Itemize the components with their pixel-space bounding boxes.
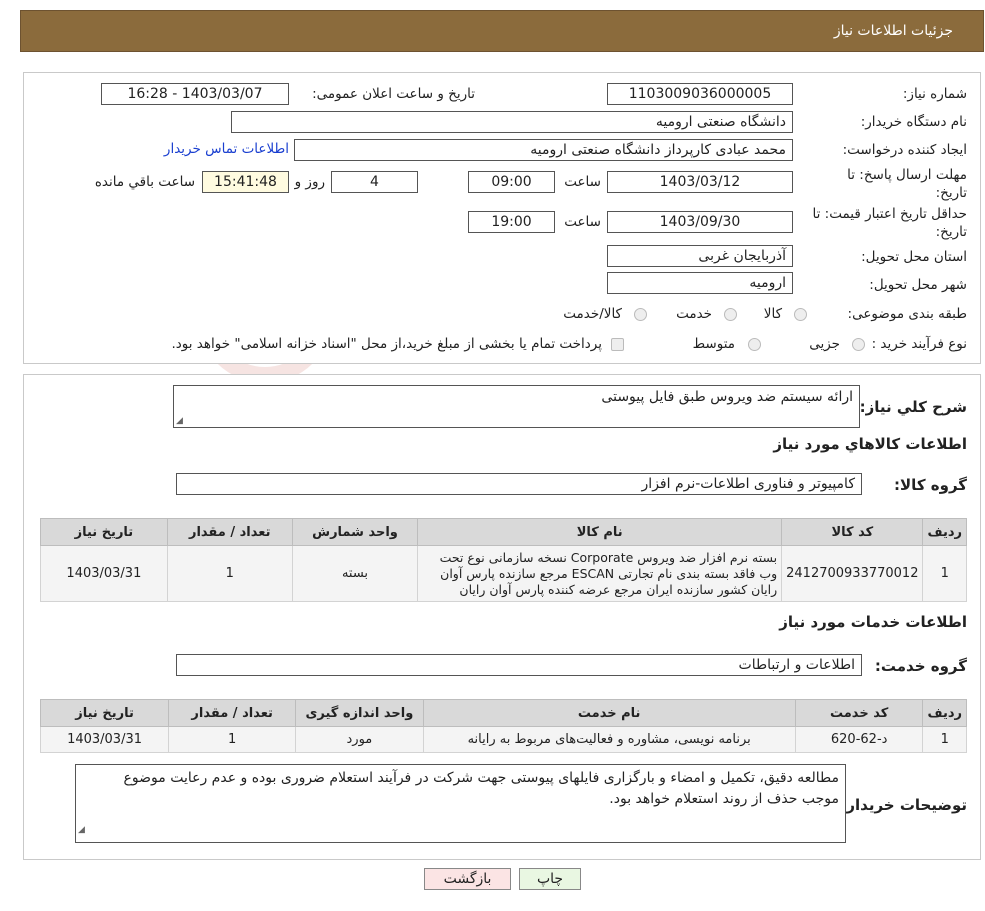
process-minor-label: جزیی [809, 336, 840, 352]
announce-field: 1403/03/07 - 16:28 [101, 83, 289, 105]
deadline-date-field: 1403/03/12 [607, 171, 793, 193]
cell-row-no: 1 [922, 726, 967, 753]
description-field: ارائه سیستم ضد ویروس طبق فایل پیوستی ◢ [173, 385, 860, 428]
need-number-label: شماره نیاز: [902, 86, 967, 102]
buyer-notes-label: توضیحات خریدار: [840, 796, 967, 814]
cell-unit: مورد [295, 726, 424, 753]
cell-code: 2412700933770012 [781, 545, 924, 602]
description-label: شرح کلي نياز: [859, 398, 967, 416]
process-label: نوع فرآیند خرید : [871, 336, 967, 352]
buyer-contact-link[interactable]: اطلاعات تماس خریدار [164, 141, 289, 157]
province-label: استان محل تحویل: [861, 249, 967, 265]
category-service-label: خدمت [676, 306, 712, 322]
col-qty: تعداد / مقدار [166, 518, 293, 546]
cell-name: برنامه نویسی، مشاوره و فعالیت‌های مربوط … [422, 726, 796, 753]
category-label: طبقه بندی موضوعی: [847, 306, 967, 322]
services-table: ردیف کد خدمت نام خدمت واحد اندازه گیری ت… [39, 699, 967, 753]
col-date: تاریخ نیاز [39, 699, 170, 727]
buyer-field: دانشگاه صنعتی ارومیه [231, 111, 793, 133]
category-service-radio[interactable] [724, 308, 737, 321]
remaining-label: ساعت باقي مانده [94, 174, 195, 190]
cell-row-no: 1 [922, 545, 967, 602]
cell-date: 1403/03/31 [39, 726, 170, 753]
page-header: جزئیات اطلاعات نیاز [20, 10, 984, 52]
col-row-no: ردیف [922, 518, 967, 546]
payment-note: پرداخت تمام یا بخشی از مبلغ خرید،از محل … [171, 336, 602, 352]
back-button[interactable]: بازگشت [424, 868, 511, 890]
table-row: 1 د-62-620 برنامه نویسی، مشاوره و فعالیت… [39, 726, 967, 753]
creator-field: محمد عبادی کارپرداز دانشگاه صنعتی ارومیه [294, 139, 793, 161]
goods-table-header: ردیف کد کالا نام کالا واحد شمارش تعداد /… [40, 518, 967, 546]
resize-grip-icon[interactable]: ◢ [176, 416, 183, 426]
cell-date: 1403/03/31 [40, 545, 168, 602]
deadline-time-field: 09:00 [468, 171, 555, 193]
process-minor-radio[interactable] [852, 338, 865, 351]
goods-heading: اطلاعات کالاهاي مورد نياز [773, 435, 967, 453]
category-both-label: کالا/خدمت [563, 306, 622, 322]
services-table-header: ردیف کد خدمت نام خدمت واحد اندازه گیری ت… [39, 699, 967, 727]
col-code: کد کالا [781, 518, 924, 546]
col-name: نام خدمت [422, 699, 796, 727]
service-group-label: گروه خدمت: [874, 657, 967, 675]
goods-table: ردیف کد کالا نام کالا واحد شمارش تعداد /… [40, 518, 967, 602]
col-unit: واحد اندازه گیری [295, 699, 424, 727]
province-field: آذربایجان غربی [607, 245, 793, 267]
buyer-notes-field: مطالعه دقیق، تکمیل و امضاء و بارگزاری فا… [75, 764, 846, 843]
col-code: کد خدمت [794, 699, 924, 727]
col-name: نام کالا [417, 518, 783, 546]
cell-unit: بسته [291, 545, 419, 602]
days-label: روز و [294, 174, 325, 190]
buyer-notes-text: مطالعه دقیق، تکمیل و امضاء و بارگزاری فا… [123, 770, 839, 807]
services-heading: اطلاعات خدمات مورد نياز [779, 613, 967, 631]
need-number-field: 1103009036000005 [607, 83, 793, 105]
print-button[interactable]: چاپ [519, 868, 581, 890]
cell-name: بسته نرم افزار ضد ویروس Corporate نسخه س… [417, 545, 783, 602]
creator-label: ایجاد کننده درخواست: [842, 142, 967, 158]
days-field: 4 [331, 171, 418, 193]
category-goods-label: کالا [763, 306, 782, 322]
validity-time-field: 19:00 [468, 211, 555, 233]
category-both-radio[interactable] [634, 308, 647, 321]
validity-date-field: 1403/09/30 [607, 211, 793, 233]
goods-group-label: گروه کالا: [894, 476, 967, 494]
col-date: تاریخ نیاز [40, 518, 168, 546]
process-medium-radio[interactable] [748, 338, 761, 351]
process-medium-label: متوسط [692, 336, 735, 352]
buyer-label: نام دستگاه خریدار: [860, 114, 967, 130]
city-field: ارومیه [607, 272, 793, 294]
category-goods-radio[interactable] [794, 308, 807, 321]
deadline-time-label: ساعت [564, 174, 601, 190]
col-qty: تعداد / مقدار [168, 699, 297, 727]
goods-group-field: کامپیوتر و فناوری اطلاعات-نرم افزار [176, 473, 862, 495]
service-group-field: اطلاعات و ارتباطات [176, 654, 862, 676]
announce-label: تاریخ و ساعت اعلان عمومی: [312, 86, 475, 102]
deadline-label: مهلت ارسال پاسخ: تا تاریخ: [847, 167, 967, 201]
remaining-time-field: 15:41:48 [202, 171, 289, 193]
resize-grip-icon[interactable]: ◢ [78, 820, 85, 841]
city-label: شهر محل تحویل: [869, 277, 967, 293]
description-text: ارائه سیستم ضد ویروس طبق فایل پیوستی [601, 389, 853, 405]
col-unit: واحد شمارش [291, 518, 419, 546]
cell-qty: 1 [166, 545, 293, 602]
validity-time-label: ساعت [564, 214, 601, 230]
table-row: 1 2412700933770012 بسته نرم افزار ضد ویر… [40, 545, 967, 602]
validity-label: حداقل تاریخ اعتبار قیمت: تا تاریخ: [812, 206, 967, 240]
page-title: جزئیات اطلاعات نیاز [833, 23, 953, 39]
cell-qty: 1 [168, 726, 297, 753]
cell-code: د-62-620 [794, 726, 924, 753]
payment-checkbox[interactable] [611, 338, 624, 351]
col-row-no: ردیف [922, 699, 967, 727]
